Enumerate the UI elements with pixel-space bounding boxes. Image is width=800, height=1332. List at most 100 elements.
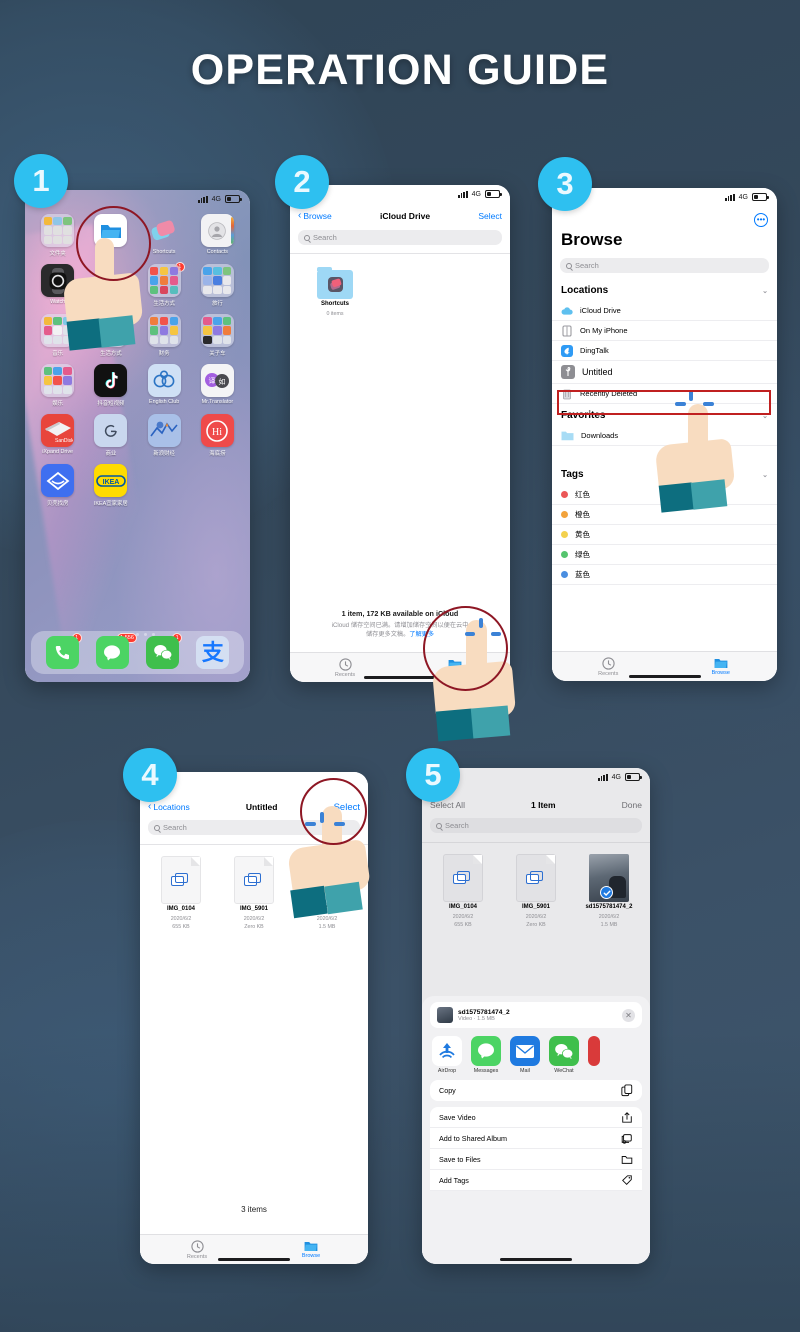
- shortcuts-icon[interactable]: [148, 214, 181, 247]
- file-date: 2020/6/2: [243, 915, 265, 922]
- tiktok-icon[interactable]: [94, 364, 128, 397]
- share-target-airdrop[interactable]: AirDrop: [432, 1036, 462, 1074]
- search-placeholder: Search: [575, 261, 599, 270]
- section-header-locations[interactable]: Locations ⌄: [552, 281, 777, 300]
- file-name: IMG_0104: [448, 904, 478, 910]
- svg-text:Hi: Hi: [212, 427, 222, 438]
- svg-text:IKEA: IKEA: [103, 479, 120, 486]
- tag-row-blue[interactable]: 蓝色: [552, 565, 777, 585]
- location-row-on-my-iphone[interactable]: On My iPhone: [552, 321, 777, 341]
- app-business[interactable]: 商业: [84, 414, 137, 457]
- english-club-icon[interactable]: [147, 364, 181, 397]
- signal-icon: [725, 193, 735, 201]
- clock-icon: [190, 1239, 204, 1253]
- action-row-save-video[interactable]: Save Video: [430, 1107, 642, 1128]
- step-badge-5: 5: [406, 748, 460, 802]
- app-label: 娱乐: [52, 401, 64, 407]
- dock-item-phone[interactable]: 1: [45, 633, 82, 669]
- file-item[interactable]: IMG_5901 2020/6/2 Zero KB: [505, 854, 567, 929]
- sleeve-light: [470, 705, 511, 739]
- phone-icon[interactable]: [45, 636, 79, 669]
- app-beike[interactable]: 贝壳找房: [31, 464, 84, 507]
- folder-icon: [304, 1242, 318, 1251]
- tab-browse[interactable]: Browse: [254, 1240, 368, 1259]
- file-item-selected[interactable]: sd1575781474_2 2020/6/2 1.5 MB: [578, 854, 640, 929]
- folder-icon[interactable]: [200, 264, 234, 297]
- contacts-icon[interactable]: [200, 214, 234, 247]
- share-titles: sd1575781474_2 Video · 1.5 MB: [458, 1009, 510, 1022]
- step-number: 4: [141, 757, 159, 792]
- sandisk-icon[interactable]: SanDisk: [41, 414, 75, 447]
- app-finance-folder[interactable]: 财务: [138, 314, 191, 357]
- select-button[interactable]: Select: [478, 211, 502, 221]
- app-travel-folder[interactable]: 旅行: [191, 264, 244, 307]
- app-contacts[interactable]: Contacts: [191, 214, 244, 257]
- folder-icon[interactable]: [200, 314, 234, 347]
- app-tiktok[interactable]: 抖音短视频: [84, 364, 137, 407]
- chevron-down-icon[interactable]: ⌄: [762, 287, 768, 295]
- sleeve-dark: [658, 482, 695, 513]
- done-button[interactable]: Done: [622, 800, 642, 810]
- app-haidilao[interactable]: Hi 海底捞: [191, 414, 244, 457]
- action-row-save-to-files[interactable]: Save to Files: [430, 1149, 642, 1170]
- dock-item-alipay[interactable]: 支: [196, 636, 230, 669]
- grammarly-icon[interactable]: [94, 414, 128, 447]
- messages-icon[interactable]: [95, 636, 129, 669]
- app-sina-finance[interactable]: 新浪财经: [138, 414, 191, 457]
- dock-item-messages[interactable]: 1,556: [95, 633, 137, 669]
- tag-row-green[interactable]: 绿色: [552, 545, 777, 565]
- app-english-club[interactable]: English Club: [138, 364, 191, 407]
- tab-recents[interactable]: Recents: [290, 657, 400, 678]
- sina-icon[interactable]: [147, 414, 181, 447]
- ikea-icon[interactable]: IKEA: [94, 464, 128, 497]
- folder-icon[interactable]: [147, 264, 181, 297]
- beike-icon[interactable]: [41, 464, 75, 497]
- tab-recents[interactable]: Recents: [552, 656, 665, 677]
- step3-search-field[interactable]: Search: [560, 258, 769, 273]
- back-label: Locations: [153, 802, 190, 812]
- share-target-mail[interactable]: Mail: [510, 1036, 540, 1074]
- close-button[interactable]: ✕: [622, 1008, 635, 1022]
- chevron-down-icon[interactable]: ⌄: [762, 471, 768, 479]
- app-ixpand-drive[interactable]: SanDisk iXpand Drive: [31, 414, 84, 457]
- translator-icon[interactable]: 译 如: [200, 364, 234, 397]
- file-item[interactable]: IMG_0104 2020/6/2 655 KB: [432, 854, 494, 929]
- app-car-folder[interactable]: 关子车: [191, 314, 244, 357]
- alipay-icon[interactable]: 支: [196, 636, 230, 669]
- folder-icon[interactable]: [147, 314, 181, 347]
- location-row-dingtalk[interactable]: DingTalk: [552, 341, 777, 361]
- tab-browse[interactable]: Browse: [665, 657, 778, 676]
- step2-highlight-circle: [423, 606, 508, 691]
- back-button[interactable]: ‹ Locations: [148, 802, 190, 813]
- back-button[interactable]: ‹ Browse: [298, 211, 332, 222]
- folder-item-shortcuts[interactable]: Shortcuts 0 items: [304, 267, 366, 317]
- action-row-add-tags[interactable]: Add Tags: [430, 1170, 642, 1191]
- wechat-icon[interactable]: [146, 636, 180, 669]
- action-row-add-to-shared-album[interactable]: Add to Shared Album: [430, 1128, 642, 1149]
- file-date: 2020/6/2: [525, 913, 547, 920]
- share-target-more-partial[interactable]: [588, 1036, 600, 1066]
- app-label: iXpand Drive: [42, 449, 74, 455]
- location-row-untitled[interactable]: Untitled: [552, 361, 777, 384]
- tab-recents[interactable]: Recents: [140, 1239, 254, 1260]
- step2-search-field[interactable]: Search: [298, 230, 502, 245]
- file-name: sd1575781474_2: [585, 904, 633, 910]
- share-target-wechat[interactable]: WeChat: [549, 1036, 579, 1074]
- file-item[interactable]: IMG_5901 2020/6/2 Zero KB: [223, 856, 285, 931]
- app-lifestyle-folder[interactable]: 1 生活方式: [138, 262, 191, 307]
- action-row-copy[interactable]: Copy: [430, 1080, 642, 1101]
- dock-item-wechat[interactable]: 1: [146, 633, 183, 669]
- folder-icon[interactable]: [41, 364, 75, 397]
- app-entertainment-folder[interactable]: 娱乐: [31, 364, 84, 407]
- haidilao-icon[interactable]: Hi: [200, 414, 234, 447]
- step3-highlight-box: [557, 390, 771, 415]
- step5-search-field[interactable]: Search: [430, 818, 642, 833]
- tag-row-yellow[interactable]: 黄色: [552, 525, 777, 545]
- more-options-button[interactable]: •••: [754, 213, 768, 227]
- wechat-glyph: [153, 645, 172, 660]
- share-target-messages[interactable]: Messages: [471, 1036, 501, 1074]
- file-item[interactable]: IMG_0104 2020/6/2 655 KB: [150, 856, 212, 931]
- app-ikea[interactable]: IKEA IKEA宜家家居: [84, 464, 137, 507]
- location-row-icloud-drive[interactable]: iCloud Drive: [552, 301, 777, 321]
- app-translator[interactable]: 译 如 Mr.Translator: [191, 364, 244, 407]
